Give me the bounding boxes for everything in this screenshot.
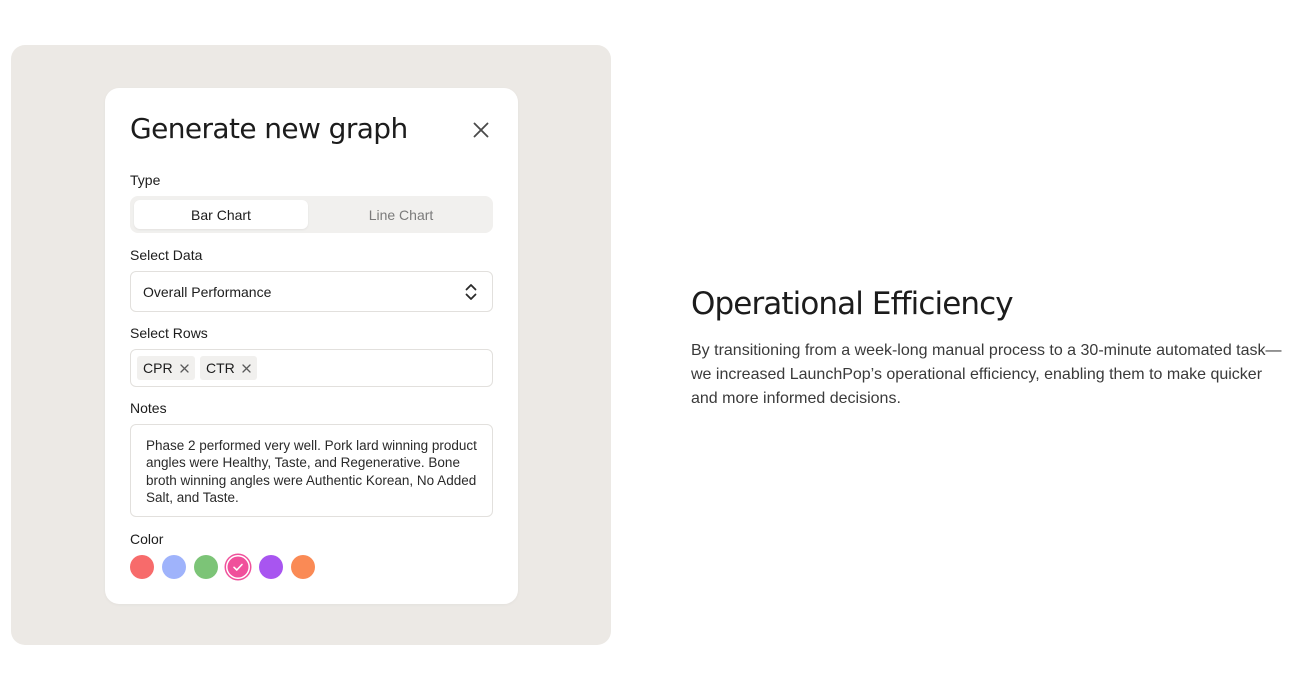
color-swatches (130, 555, 330, 579)
remove-chip-button[interactable] (241, 362, 253, 374)
row-chip-cpr: CPR (137, 356, 195, 380)
data-select-value: Overall Performance (143, 283, 272, 300)
color-label: Color (130, 531, 164, 547)
dialog-title: Generate new graph (130, 112, 408, 145)
check-icon (233, 563, 243, 571)
notes-label: Notes (130, 400, 167, 416)
rows-multiselect[interactable]: CPR CTR (130, 349, 493, 387)
data-select[interactable]: Overall Performance (130, 271, 493, 312)
section-description: By transitioning from a week-long manual… (691, 342, 1282, 407)
color-swatch-pink[interactable] (226, 555, 250, 579)
color-swatch-red[interactable] (130, 555, 154, 579)
color-swatch-purple[interactable] (259, 555, 283, 579)
close-icon (473, 122, 489, 138)
close-icon (242, 363, 251, 373)
select-data-label: Select Data (130, 247, 203, 263)
illustration-panel: Generate new graph Type Bar Chart Line C… (11, 45, 611, 645)
generate-graph-dialog: Generate new graph Type Bar Chart Line C… (105, 88, 518, 604)
notes-textarea[interactable]: Phase 2 performed very well. Pork lard w… (130, 424, 493, 517)
type-label: Type (130, 172, 161, 188)
chart-type-toggle: Bar Chart Line Chart (130, 196, 493, 233)
section-heading: Operational Efficiency (691, 286, 1014, 322)
remove-chip-button[interactable] (179, 362, 191, 374)
chip-label: CPR (143, 360, 173, 376)
case-study-info: Operational Efficiency By transitioning … (691, 286, 1291, 411)
chevron-up-down-icon (465, 284, 477, 300)
line-chart-option[interactable]: Line Chart (314, 200, 488, 229)
select-rows-label: Select Rows (130, 325, 208, 341)
color-swatch-orange[interactable] (291, 555, 315, 579)
row-chip-ctr: CTR (200, 356, 257, 380)
color-swatch-green[interactable] (194, 555, 218, 579)
close-button[interactable] (469, 118, 493, 142)
bar-chart-option[interactable]: Bar Chart (134, 200, 308, 229)
color-swatch-blue[interactable] (162, 555, 186, 579)
chip-label: CTR (206, 360, 235, 376)
close-icon (180, 363, 189, 373)
